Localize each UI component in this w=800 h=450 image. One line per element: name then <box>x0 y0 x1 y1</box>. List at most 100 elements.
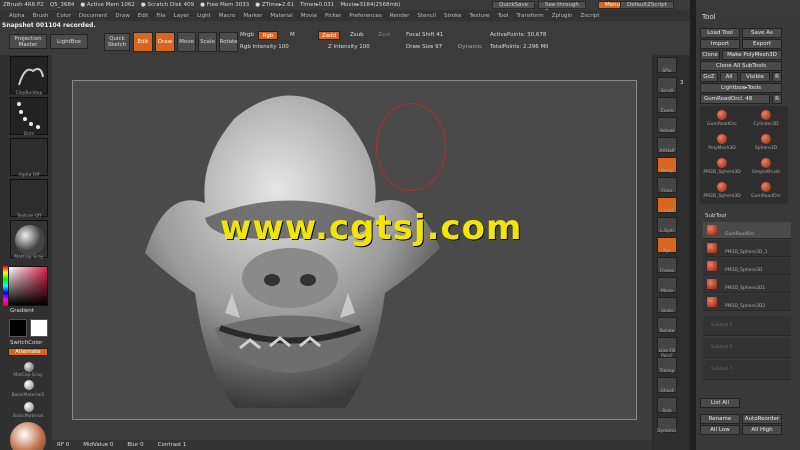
move-button[interactable]: Move <box>177 32 196 52</box>
menu-light[interactable]: Light <box>197 13 211 19</box>
rotate-button[interactable]: Rotate <box>219 32 238 52</box>
subtool-header[interactable]: SubTool <box>705 213 726 219</box>
menu-macro[interactable]: Macro <box>219 13 236 19</box>
tool-header[interactable]: Tool <box>702 13 716 21</box>
subtool-empty-slot[interactable]: Subtool 7 <box>703 360 791 380</box>
subtool-row[interactable]: GumRoadOrc <box>703 222 791 239</box>
tool-thumbnail[interactable]: GumRoadOrc <box>746 180 786 202</box>
matcap-gray-ball[interactable] <box>24 362 34 372</box>
subtool-row[interactable]: PM3D_Sphere3D_1 <box>703 240 791 257</box>
menu-zscript[interactable]: Zscript <box>580 13 599 19</box>
midvalue-slider[interactable]: MidValue 0 <box>83 442 113 448</box>
draw-size-slider[interactable]: Draw Size 97 <box>406 44 442 50</box>
edit-button[interactable]: Edit <box>133 32 153 52</box>
default-zscript-button[interactable]: DefaultZScript <box>620 1 674 9</box>
dynamic-toggle[interactable]: Dynamic <box>458 44 482 50</box>
basic-material2-ball[interactable] <box>24 380 34 390</box>
visible-button[interactable]: Visible <box>740 72 770 82</box>
basic-material-ball[interactable] <box>24 402 34 412</box>
zcut-toggle[interactable]: Zcut <box>378 32 390 38</box>
menu-movie[interactable]: Movie <box>301 13 317 19</box>
tool-thumbnail[interactable]: GumRoadOrc <box>702 108 742 130</box>
blur-slider[interactable]: Blur 0 <box>127 442 143 448</box>
rgb-intensity-slider[interactable]: Rgb Intensity 100 <box>240 44 289 50</box>
contrast-slider[interactable]: Contrast 1 <box>158 442 187 448</box>
alpha-thumbnail[interactable] <box>10 138 48 176</box>
rename-button[interactable]: Rename <box>700 414 740 424</box>
all-button[interactable]: All <box>720 72 738 82</box>
draw-button[interactable]: Draw <box>155 32 175 52</box>
r-button[interactable]: R <box>772 72 782 82</box>
material-thumbnail[interactable] <box>10 220 48 258</box>
lightbox-button[interactable]: LightBox <box>50 34 88 49</box>
scale-button[interactable]: Scale <box>198 32 217 52</box>
load-tool-button[interactable]: Load Tool <box>700 28 740 38</box>
menu-document[interactable]: Document <box>79 13 108 19</box>
make-polymesh-button[interactable]: Make PolyMesh3D <box>722 50 782 60</box>
subtool-row[interactable]: PM3D_Sphere3D1 <box>703 276 791 293</box>
tool-thumbnail[interactable]: PM3D_Sphere3D <box>702 156 742 178</box>
quick-sketch-button[interactable]: Quick Sketch <box>104 33 130 51</box>
current-tool-r-button[interactable]: R <box>772 94 782 104</box>
alternate-button[interactable]: Alternate <box>8 348 48 356</box>
autoreorder-button[interactable]: AutoReorder <box>742 414 782 424</box>
menu-draw[interactable]: Draw <box>115 13 129 19</box>
brush-thumbnail[interactable] <box>10 56 48 94</box>
menu-file[interactable]: File <box>156 13 165 19</box>
projection-master-button[interactable]: Projection Master <box>9 34 47 49</box>
zadd-toggle[interactable]: Zadd <box>318 31 340 40</box>
zsub-toggle[interactable]: Zsub <box>350 32 364 38</box>
subtool-empty-slot[interactable]: Subtool 6 <box>703 338 791 358</box>
menu-tool[interactable]: Tool <box>498 13 509 19</box>
tool-thumbnail[interactable]: SimpleBrush <box>746 156 786 178</box>
see-through-slider[interactable]: See-through 0 <box>538 1 586 15</box>
goz-button[interactable]: GoZ <box>700 72 718 82</box>
import-button[interactable]: Import <box>700 39 740 49</box>
clone-button[interactable]: Clone <box>700 50 720 60</box>
menu-layer[interactable]: Layer <box>174 13 189 19</box>
mrgb-toggle[interactable]: Mrgb <box>240 32 254 38</box>
stroke-thumbnail[interactable] <box>10 97 48 135</box>
gradient-label[interactable]: Gradient <box>10 308 34 314</box>
all-low-button[interactable]: All Low <box>700 425 740 435</box>
focal-shift-slider[interactable]: Focal Shift 41 <box>406 32 443 38</box>
menu-render[interactable]: Render <box>390 13 410 19</box>
subtool-row[interactable]: PM3D_Sphere3D <box>703 258 791 275</box>
menu-color[interactable]: Color <box>57 13 71 19</box>
z-intensity-slider[interactable]: Z Intensity 100 <box>328 44 370 50</box>
tool-thumbnail[interactable]: PM3D_Sphere3D <box>702 180 742 202</box>
menu-marker[interactable]: Marker <box>243 13 262 19</box>
subtool-row[interactable]: PM3D_Sphere3D2 <box>703 294 791 311</box>
clone-all-subtools-button[interactable]: Clone All SubTools <box>700 61 782 71</box>
menu-transform[interactable]: Transform <box>516 13 543 19</box>
switchcolor-button[interactable]: SwitchColor <box>10 340 43 346</box>
rgb-toggle[interactable]: Rgb <box>258 31 278 40</box>
tool-thumbnail[interactable]: PolyMesh3D <box>702 132 742 154</box>
quicksave-button[interactable]: QuickSave <box>492 1 536 9</box>
export-button[interactable]: Export <box>742 39 782 49</box>
menu-picker[interactable]: Picker <box>325 13 341 19</box>
tool-thumbnail[interactable]: Sphere3D <box>746 132 786 154</box>
secondary-color-swatch[interactable] <box>30 319 48 337</box>
menu-material[interactable]: Material <box>270 13 292 19</box>
main-color-swatch[interactable] <box>9 319 27 337</box>
hue-slider[interactable] <box>3 266 8 306</box>
menu-texture[interactable]: Texture <box>470 13 490 19</box>
menu-brush[interactable]: Brush <box>33 13 49 19</box>
menu-preferences[interactable]: Preferences <box>349 13 381 19</box>
color-picker[interactable] <box>8 266 48 306</box>
current-tool-slider[interactable]: GumRoadOrcl. 48 <box>700 94 770 104</box>
menu-zplugin[interactable]: Zplugin <box>552 13 573 19</box>
menu-edit[interactable]: Edit <box>138 13 149 19</box>
rf-slider[interactable]: RF 0 <box>57 442 69 448</box>
menu-alpha[interactable]: Alpha <box>9 13 25 19</box>
texture-thumbnail[interactable] <box>10 179 48 217</box>
save-as-button[interactable]: Save As <box>742 28 782 38</box>
all-high-button[interactable]: All High <box>742 425 782 435</box>
tool-thumbnail[interactable]: Cylinder3D <box>746 108 786 130</box>
m-toggle[interactable]: M <box>290 32 295 38</box>
menu-stencil[interactable]: Stencil <box>417 13 436 19</box>
subtool-empty-slot[interactable]: Subtool 5 <box>703 316 791 336</box>
lightbox-tools-button[interactable]: Lightbox▸Tools <box>700 83 782 93</box>
list-all-button[interactable]: List All <box>700 398 740 408</box>
